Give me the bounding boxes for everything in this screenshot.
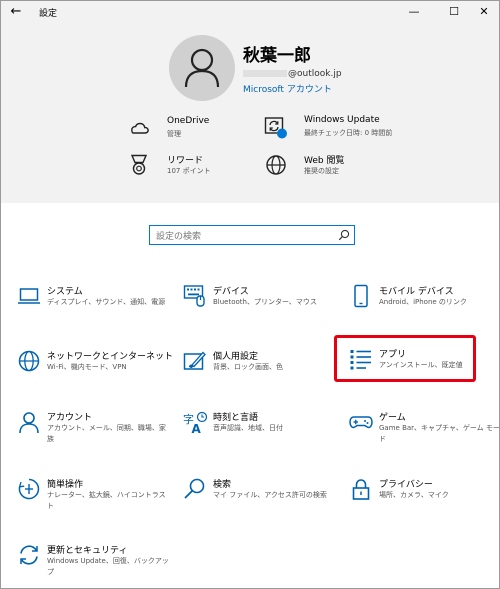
category-title: プライバシー	[379, 480, 433, 490]
ease-of-access-icon	[18, 478, 40, 500]
account-email: @outlook.jp	[243, 69, 342, 79]
quick-link-title: OneDrive	[167, 116, 210, 126]
email-suffix: @outlook.jp	[288, 69, 342, 79]
category-accounts[interactable]: アカウント アカウント、メール、同期、職場、家族	[17, 410, 172, 456]
category-subtitle: ナレーター、拡大鏡、ハイコントラスト	[47, 491, 166, 510]
quick-link-title: Windows Update	[304, 115, 380, 125]
category-time-language[interactable]: 字 A 時刻と言語 音声認識、地域、日付	[183, 410, 338, 456]
category-subtitle: アカウント、メール、同期、職場、家族	[47, 424, 166, 443]
category-network-internet[interactable]: ネットワークとインターネット Wi-Fi、機内モード、VPN	[17, 349, 174, 395]
maximize-button[interactable]: ☐	[437, 1, 471, 23]
close-button[interactable]: ✕	[467, 1, 499, 23]
category-subtitle: マイ ファイル、アクセス許可の検索	[213, 491, 327, 499]
gamepad-icon	[349, 416, 373, 429]
globe-icon	[18, 350, 40, 372]
window-title: 設定	[39, 9, 58, 19]
category-personalization[interactable]: 個人用設定 背景、ロック画面、色	[183, 349, 338, 395]
minimize-button[interactable]: —	[397, 1, 431, 23]
avatar[interactable]	[169, 35, 235, 101]
category-subtitle: Wi-Fi、機内モード、VPN	[47, 363, 127, 371]
quick-link-subtitle: 推奨の設定	[304, 167, 339, 175]
search-icon[interactable]	[337, 228, 351, 242]
quick-link-windows-update[interactable]: Windows Update 最終チェック日時: 0 時間前	[264, 115, 394, 149]
category-title: ネットワークとインターネット	[47, 352, 174, 362]
category-title: 個人用設定	[213, 352, 259, 362]
quick-link-subtitle: 最終チェック日時: 0 時間前	[304, 129, 393, 137]
search-magnifier-icon	[184, 478, 205, 499]
category-title: アカウント	[47, 413, 93, 423]
apps-list-icon	[350, 350, 371, 370]
category-subtitle: Game Bar、キャプチャ、ゲーム モード	[379, 424, 500, 443]
quick-link-web-browsing[interactable]: Web 閲覧 推奨の設定	[264, 153, 394, 187]
category-apps[interactable]: アプリ アンインストール、既定値	[349, 347, 499, 393]
category-subtitle: Windows Update、回復、バックアップ	[47, 557, 169, 576]
category-title: システム	[47, 287, 83, 297]
windows-update-icon	[264, 117, 287, 139]
category-title: 更新とセキュリティ	[47, 546, 128, 556]
svg-text:A: A	[192, 422, 202, 434]
category-devices[interactable]: デバイス Bluetooth、プリンター、マウス	[183, 284, 338, 330]
keyboard-icon	[183, 285, 205, 307]
back-arrow-icon[interactable]: ←	[7, 3, 25, 21]
category-gaming[interactable]: ゲーム Game Bar、キャプチャ、ゲーム モード	[349, 410, 500, 456]
quick-link-onedrive[interactable]: OneDrive 管理	[127, 116, 257, 150]
category-title: 簡単操作	[47, 480, 84, 490]
category-subtitle: 音声認識、地域、日付	[213, 424, 283, 432]
lock-icon	[352, 479, 370, 500]
category-update-security[interactable]: 更新とセキュリティ Windows Update、回復、バックアップ	[17, 543, 172, 588]
quick-link-title: Web 閲覧	[304, 156, 345, 166]
category-subtitle: アンインストール、既定値	[379, 361, 463, 369]
category-title: モバイル デバイス	[379, 287, 454, 297]
user-silhouette-icon	[184, 48, 220, 88]
search-input[interactable]: 設定の検索	[156, 229, 201, 242]
category-search[interactable]: 検索 マイ ファイル、アクセス許可の検索	[183, 477, 338, 523]
settings-window: ← 設定 — ☐ ✕ 秋葉一郎 @outlook.jp Microsoft アカ…	[0, 0, 500, 589]
category-subtitle: 場所、カメラ、マイク	[379, 491, 449, 499]
category-title: 検索	[213, 480, 232, 490]
category-ease-of-access[interactable]: 簡単操作 ナレーター、拡大鏡、ハイコントラスト	[17, 477, 172, 523]
category-title: デバイス	[213, 287, 249, 297]
web-globe-icon	[266, 155, 286, 175]
quick-link-subtitle: 管理	[167, 130, 181, 138]
category-title: 時刻と言語	[213, 413, 259, 423]
person-icon	[19, 412, 39, 434]
category-subtitle: 背景、ロック画面、色	[213, 363, 283, 371]
category-mobile-devices[interactable]: モバイル デバイス Android、iPhone のリンク	[349, 284, 499, 330]
account-header: 秋葉一郎 @outlook.jp Microsoft アカウント OneDriv…	[1, 23, 499, 203]
rewards-medal-icon	[130, 154, 148, 175]
category-subtitle: Bluetooth、プリンター、マウス	[213, 298, 317, 306]
category-privacy[interactable]: プライバシー 場所、カメラ、マイク	[349, 477, 499, 523]
category-subtitle: Android、iPhone のリンク	[379, 298, 467, 306]
time-language-icon: 字 A	[183, 411, 207, 434]
quick-link-subtitle: 107 ポイント	[167, 167, 211, 175]
quick-link-rewards[interactable]: リワード 107 ポイント	[127, 153, 257, 187]
category-title: アプリ	[379, 350, 407, 360]
update-security-icon	[20, 545, 38, 565]
email-redaction	[243, 70, 287, 77]
personalization-icon	[183, 351, 206, 370]
laptop-icon	[18, 288, 40, 304]
account-name: 秋葉一郎	[243, 46, 311, 66]
quick-link-title: リワード	[167, 156, 204, 166]
category-subtitle: ディスプレイ、サウンド、通知、電源	[47, 298, 166, 306]
microsoft-account-link[interactable]: Microsoft アカウント	[243, 82, 332, 95]
category-title: ゲーム	[379, 413, 406, 423]
onedrive-cloud-icon	[131, 122, 149, 134]
phone-icon	[354, 284, 368, 308]
title-bar: ← 設定 — ☐ ✕	[1, 1, 499, 23]
settings-search-box[interactable]: 設定の検索	[149, 225, 355, 245]
category-system[interactable]: システム ディスプレイ、サウンド、通知、電源	[17, 284, 172, 330]
